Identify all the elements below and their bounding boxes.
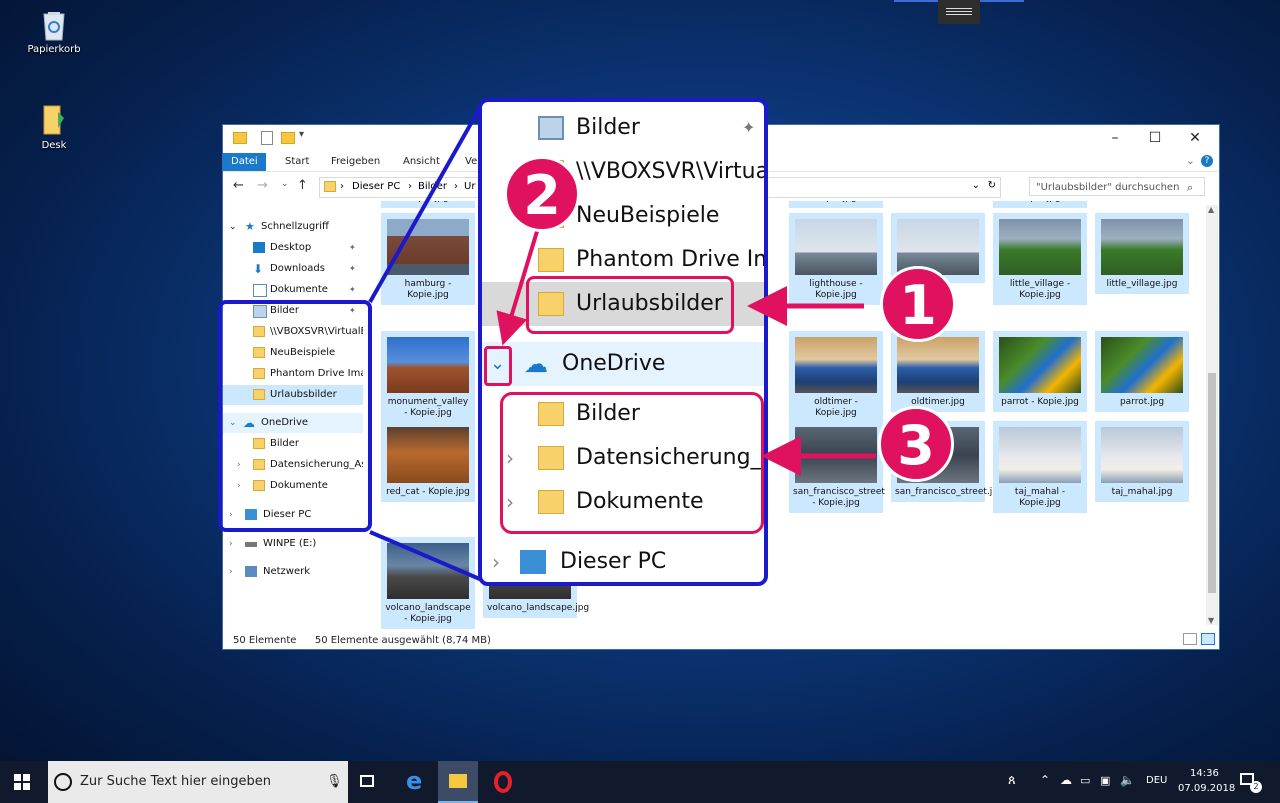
callout-badge-2: 2: [504, 156, 580, 232]
callout-arrows: [496, 227, 876, 476]
input-language[interactable]: DEU: [1146, 775, 1167, 786]
edge-icon[interactable]: e: [406, 767, 422, 795]
keyboard-tray-icon[interactable]: ▭: [1080, 774, 1090, 787]
tray-chevron-icon[interactable]: ⌃: [1040, 773, 1050, 787]
taskbar-search-placeholder: Zur Suche Text hier eingeben: [80, 774, 271, 789]
file-explorer-taskbar-icon[interactable]: [438, 761, 478, 803]
volume-icon[interactable]: 🔈: [1120, 773, 1135, 787]
network-tray-icon[interactable]: ▣: [1100, 774, 1110, 787]
taskbar-search-box[interactable]: Zur Suche Text hier eingeben 🎙: [48, 761, 348, 803]
opera-icon[interactable]: [494, 771, 512, 793]
clock-time[interactable]: 14:36: [1190, 768, 1219, 779]
taskbar: Zur Suche Text hier eingeben 🎙 e ጰ ⌃ ☁ ▭…: [0, 761, 1280, 803]
cortana-icon: [54, 773, 72, 791]
microphone-icon[interactable]: 🎙: [326, 761, 343, 803]
notification-count-badge: 2: [1250, 781, 1262, 793]
callout-badge-3: 3: [878, 406, 954, 482]
people-icon[interactable]: ጰ: [1008, 773, 1016, 788]
windows-start-icon[interactable]: [14, 774, 30, 790]
callout-badge-1: 1: [880, 266, 956, 342]
onedrive-tray-icon[interactable]: ☁: [1060, 773, 1072, 787]
clock-date[interactable]: 07.09.2018: [1178, 783, 1235, 794]
task-view-icon[interactable]: [360, 775, 374, 787]
